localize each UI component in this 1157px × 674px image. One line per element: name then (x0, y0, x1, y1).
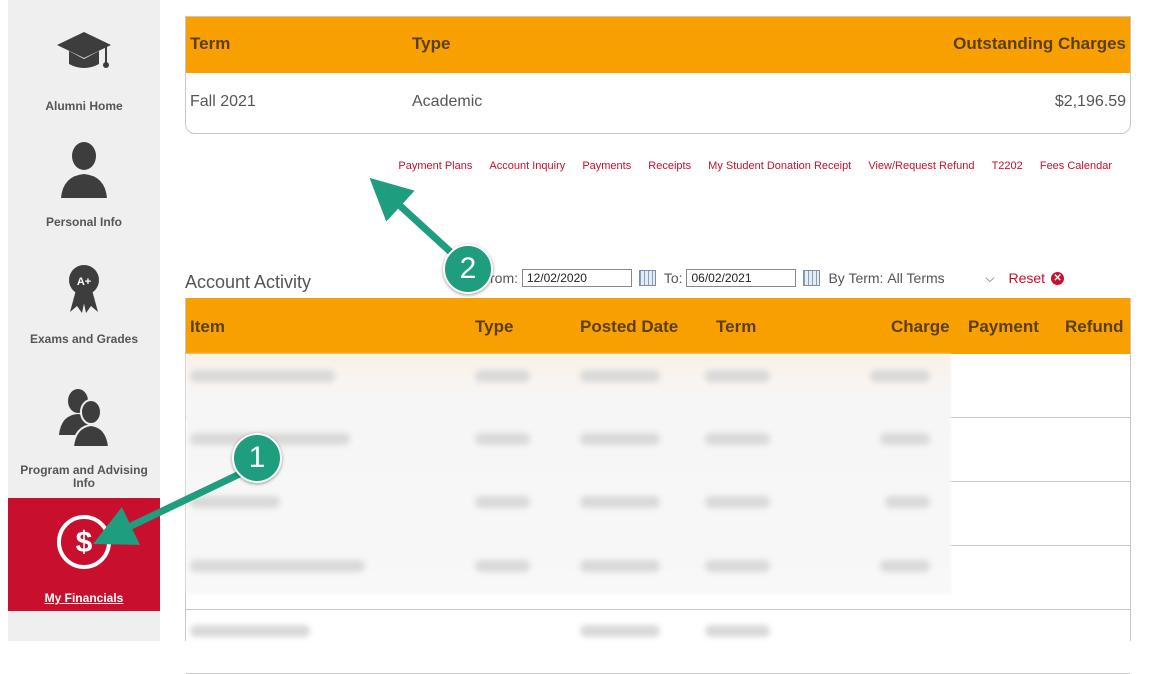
column-header-charge: Charge (891, 317, 950, 336)
activity-header-row: Item Type Posted Date Term Charge Paymen… (186, 298, 1130, 354)
award-ribbon-icon: A+ (69, 265, 99, 313)
column-header-refund: Refund (1065, 317, 1124, 336)
link-payment-plans[interactable]: Payment Plans (398, 160, 472, 172)
cell-outstanding: $2,196.59 (1054, 93, 1126, 110)
people-icon (59, 389, 111, 447)
callout-badge-2: 2 (443, 244, 493, 294)
column-header-type: Type (412, 34, 451, 53)
column-header-item: Item (190, 317, 225, 336)
activity-filters: rom: To: By Term: All Terms ⌵ Reset ✕ (490, 268, 1065, 288)
financial-links: Payment Plans Account Inquiry Payments R… (384, 160, 1112, 172)
column-header-term: Term (190, 34, 231, 53)
column-header-payment: Payment (968, 317, 1039, 336)
sidebar-item-personal-info[interactable]: Personal Info (8, 138, 160, 229)
link-request-refund[interactable]: View/Request Refund (868, 160, 974, 172)
column-header-outstanding: Outstanding Charges (953, 34, 1126, 53)
close-icon: ✕ (1051, 271, 1065, 285)
account-activity-table: Item Type Posted Date Term Charge Paymen… (185, 298, 1131, 674)
sidebar-item-label: Personal Info (45, 215, 122, 229)
sidebar-item-label: My Financials (44, 591, 124, 605)
link-donation-receipt[interactable]: My Student Donation Receipt (708, 160, 851, 172)
person-icon (61, 142, 107, 198)
sidebar-item-my-financials[interactable]: $ My Financials (8, 498, 160, 611)
sidebar-item-label: Program and Advising Info (20, 463, 148, 490)
to-label: To: (663, 270, 683, 286)
column-header-type: Type (475, 317, 514, 336)
link-fees-calendar[interactable]: Fees Calendar (1040, 160, 1112, 172)
sidebar-item-alumni-home[interactable]: Alumni Home (8, 18, 160, 113)
blurred-rows-overlay (186, 354, 951, 594)
sidebar-item-exams-grades[interactable]: A+ Exams and Grades (8, 260, 160, 346)
sidebar-item-label: Exams and Grades (29, 332, 139, 346)
sidebar-item-program-advising[interactable]: Program and Advising Info (8, 387, 160, 490)
column-header-term: Term (716, 317, 757, 336)
link-account-inquiry[interactable]: Account Inquiry (489, 160, 565, 172)
outstanding-charges-card: Term Type Outstanding Charges Fall 2021 … (185, 16, 1131, 134)
charges-header-row: Term Type Outstanding Charges (186, 17, 1130, 73)
account-activity-title: Account Activity (185, 272, 312, 292)
sidebar-item-label: Alumni Home (45, 99, 123, 113)
dollar-icon: $ (57, 515, 111, 569)
grade-badge-text: A+ (77, 276, 91, 288)
column-header-posted-date: Posted Date (580, 317, 679, 336)
link-t2202[interactable]: T2202 (992, 160, 1023, 172)
term-select-value: All Terms (887, 270, 945, 286)
graduation-cap-icon (57, 32, 111, 68)
calendar-icon[interactable] (803, 270, 821, 286)
chevron-down-icon[interactable]: ⌵ (985, 271, 994, 286)
reset-label: Reset (1008, 270, 1046, 286)
from-label: rom: (490, 270, 518, 286)
table-row: Fall 2021 Academic $2,196.59 (186, 73, 1130, 133)
arrow-2 (369, 177, 458, 259)
table-row (186, 610, 1130, 674)
svg-text:$: $ (76, 526, 93, 559)
reset-button[interactable]: Reset ✕ (1008, 270, 1065, 286)
to-date-input[interactable] (686, 269, 797, 287)
link-payments[interactable]: Payments (582, 160, 631, 172)
link-receipts[interactable]: Receipts (648, 160, 691, 172)
cell-type: Academic (412, 93, 483, 110)
term-select[interactable]: All Terms (887, 270, 979, 286)
callout-badge-1: 1 (232, 433, 282, 483)
cell-term: Fall 2021 (190, 93, 256, 110)
calendar-icon[interactable] (638, 270, 656, 286)
from-date-input[interactable] (521, 269, 632, 287)
term-label: By Term: (828, 270, 884, 286)
